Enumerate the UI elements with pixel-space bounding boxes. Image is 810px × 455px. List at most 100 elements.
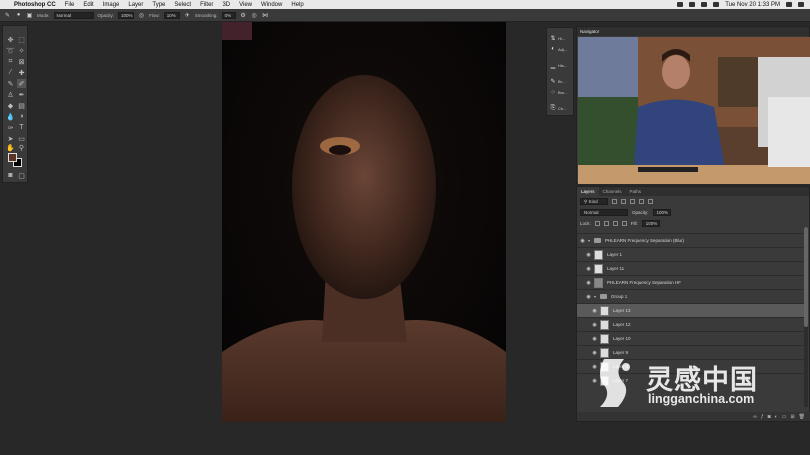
- screen-mode-icon[interactable]: ▢: [17, 171, 26, 180]
- airbrush-icon[interactable]: ✈: [184, 12, 191, 19]
- eye-icon[interactable]: ◉: [577, 238, 588, 244]
- brush-preset-icon[interactable]: ●: [15, 12, 22, 19]
- history-panel-button[interactable]: ⇅ Hi...: [550, 34, 574, 42]
- eye-icon[interactable]: ◉: [589, 336, 600, 342]
- mixer-brush-tool-icon[interactable]: ✐: [17, 79, 26, 88]
- menu-select[interactable]: Select: [174, 2, 191, 8]
- menu-edit[interactable]: Edit: [83, 2, 93, 8]
- frame-tool-icon[interactable]: ⊠: [17, 57, 26, 66]
- menu-view[interactable]: View: [239, 2, 252, 8]
- eye-icon[interactable]: ◉: [583, 280, 594, 286]
- new-layer-icon[interactable]: ⊞: [790, 414, 794, 420]
- type-tool-icon[interactable]: T: [17, 123, 26, 132]
- brush-settings-panel-button[interactable]: ✎ Br...: [550, 77, 574, 85]
- path-select-tool-icon[interactable]: ➤: [6, 134, 15, 143]
- histogram-panel-button[interactable]: ▁ His...: [550, 61, 574, 69]
- adjustment-filter-icon[interactable]: [621, 199, 626, 204]
- tab-layers[interactable]: Layers: [577, 187, 599, 196]
- marquee-tool-icon[interactable]: ⬚: [17, 35, 26, 44]
- smoothing-field[interactable]: 0%: [221, 11, 236, 19]
- eyedropper-tool-icon[interactable]: ⁄: [6, 68, 15, 77]
- menu-app-name[interactable]: Photoshop CC: [14, 2, 56, 8]
- link-icon[interactable]: ∞: [753, 414, 757, 420]
- pen-tool-icon[interactable]: ✑: [6, 123, 15, 132]
- eraser-tool-icon[interactable]: ◆: [6, 101, 15, 110]
- menubar-clock[interactable]: Tue Nov 20 1:33 PM: [725, 2, 780, 8]
- dodge-tool-icon[interactable]: ◑: [17, 112, 26, 121]
- eye-icon[interactable]: ◉: [589, 308, 600, 314]
- pressure-opacity-icon[interactable]: ◎: [138, 12, 145, 19]
- adjustment-layer-icon[interactable]: ◐: [775, 414, 778, 420]
- mask-icon[interactable]: ◙: [768, 414, 771, 420]
- channels-panel-button[interactable]: ⎘ Ch...: [550, 104, 574, 112]
- tab-channels[interactable]: Channels: [599, 187, 626, 196]
- healing-tool-icon[interactable]: ✚: [17, 68, 26, 77]
- brushes-panel-button[interactable]: ⁘ Bru...: [550, 88, 574, 96]
- notification-icon[interactable]: [798, 2, 804, 7]
- crop-tool-icon[interactable]: ⌗: [6, 57, 15, 66]
- brush-tool-icon[interactable]: ✎: [6, 79, 15, 88]
- eye-icon[interactable]: ◉: [583, 252, 594, 258]
- lasso-tool-icon[interactable]: ➰: [6, 46, 15, 55]
- mode-dropdown[interactable]: Normal: [53, 11, 94, 19]
- layer-row[interactable]: ◉ Layer 10: [577, 331, 805, 345]
- menu-window[interactable]: Window: [261, 2, 282, 8]
- tab-paths[interactable]: Paths: [626, 187, 646, 196]
- eye-icon[interactable]: ◉: [589, 322, 600, 328]
- lock-all-icon[interactable]: [621, 221, 627, 226]
- trash-icon[interactable]: 🗑: [799, 414, 805, 420]
- kind-filter-dropdown[interactable]: ⚲ Kind: [580, 198, 608, 205]
- blur-tool-icon[interactable]: 💧: [6, 112, 15, 121]
- brush-panel-icon[interactable]: ▣: [26, 12, 33, 19]
- clone-stamp-tool-icon[interactable]: ♙: [6, 90, 15, 99]
- shape-filter-icon[interactable]: [639, 199, 644, 204]
- opacity-field[interactable]: 100%: [118, 11, 135, 19]
- gear-icon[interactable]: ⚙: [240, 12, 247, 19]
- move-tool-icon[interactable]: ✥: [6, 35, 15, 44]
- menu-filter[interactable]: Filter: [200, 2, 213, 8]
- document-canvas[interactable]: [222, 22, 506, 422]
- menu-image[interactable]: Image: [103, 2, 120, 8]
- hand-tool-icon[interactable]: ✋: [6, 143, 15, 152]
- layer-opacity-field[interactable]: 100%: [652, 209, 671, 216]
- type-filter-icon[interactable]: [630, 199, 635, 204]
- lock-transparency-icon[interactable]: [594, 221, 600, 226]
- creative-cloud-icon[interactable]: [677, 2, 684, 7]
- layer-row[interactable]: ◉ Layer 11: [577, 261, 805, 275]
- smart-object-filter-icon[interactable]: [648, 199, 653, 204]
- history-brush-tool-icon[interactable]: ✒: [17, 90, 26, 99]
- layer-row[interactable]: ◉ ▾ PHLEARN Frequency Separation (Blur): [577, 233, 805, 247]
- pixel-filter-icon[interactable]: [612, 199, 617, 204]
- menu-help[interactable]: Help: [291, 2, 303, 8]
- layers-scrollbar[interactable]: [804, 227, 808, 407]
- menu-3d[interactable]: 3D: [222, 2, 230, 8]
- eye-icon[interactable]: ◉: [583, 266, 594, 272]
- brush-tool-icon[interactable]: ✎: [4, 12, 11, 19]
- battery-icon[interactable]: [713, 2, 720, 7]
- symmetry-icon[interactable]: ⋈: [262, 12, 269, 19]
- gradient-tool-icon[interactable]: ▤: [17, 101, 26, 110]
- pressure-size-icon[interactable]: ◎: [251, 12, 258, 19]
- menu-layer[interactable]: Layer: [128, 2, 143, 8]
- dropbox-icon[interactable]: [689, 2, 696, 7]
- menu-type[interactable]: Type: [152, 2, 165, 8]
- quick-mask-icon[interactable]: ◙: [6, 171, 15, 180]
- layer-row-selected[interactable]: ◉ Layer 13: [577, 303, 805, 317]
- layer-row[interactable]: ◉ Layer 1: [577, 247, 805, 261]
- lock-pixels-icon[interactable]: [603, 221, 609, 226]
- lock-position-icon[interactable]: [612, 221, 618, 226]
- layer-row[interactable]: ◉ ▾ Group 1: [577, 289, 805, 303]
- zoom-tool-icon[interactable]: ⚲: [17, 143, 26, 152]
- adjustments-panel-button[interactable]: ◐ Adj...: [550, 45, 574, 53]
- layer-row[interactable]: ◉ PHLEARN Frequency Separation HF: [577, 275, 805, 289]
- eye-icon[interactable]: ◉: [583, 294, 594, 300]
- blend-mode-dropdown[interactable]: Normal: [580, 209, 628, 216]
- new-group-icon[interactable]: ▭: [782, 414, 787, 420]
- shape-tool-icon[interactable]: ▭: [17, 134, 26, 143]
- search-icon[interactable]: [786, 2, 792, 7]
- flow-field[interactable]: 10%: [163, 11, 180, 19]
- foreground-color-swatch[interactable]: [8, 153, 17, 162]
- quick-select-tool-icon[interactable]: ✧: [17, 46, 26, 55]
- layer-row[interactable]: ◉ Layer 12: [577, 317, 805, 331]
- scrollbar-thumb[interactable]: [804, 227, 808, 327]
